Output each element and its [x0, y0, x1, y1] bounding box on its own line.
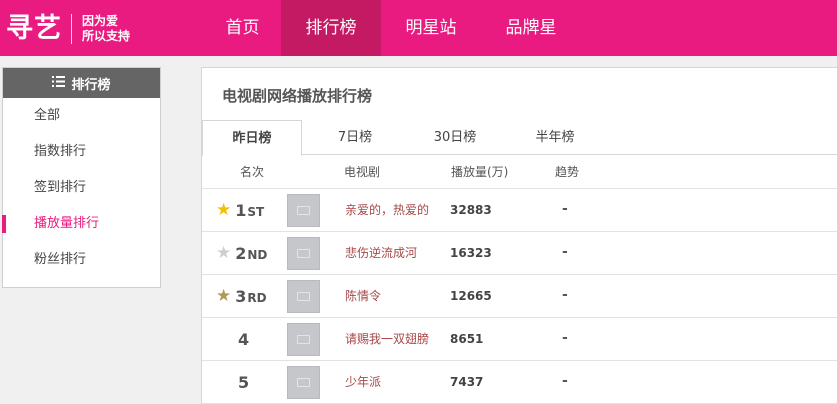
- table-row: 5 少年派 7437 -: [202, 361, 837, 404]
- poster-thumbnail[interactable]: [287, 194, 320, 227]
- table-row: 4 请赐我一双翅膀 8651 -: [202, 318, 837, 361]
- rank-suffix: ST: [247, 204, 265, 219]
- list-icon: [52, 75, 66, 91]
- period-tabs: 昨日榜 7日榜 30日榜 半年榜: [202, 120, 837, 156]
- rank-suffix: ND: [247, 247, 268, 262]
- trend-value: -: [562, 244, 568, 260]
- rank-cell: 4: [238, 318, 249, 361]
- trend-value: -: [562, 287, 568, 303]
- sidebar-item-all[interactable]: 全部: [3, 98, 160, 134]
- drama-title-link[interactable]: 请赐我一双翅膀: [345, 318, 429, 361]
- drama-title-link[interactable]: 少年派: [345, 361, 381, 404]
- poster-thumbnail[interactable]: [287, 366, 320, 399]
- nav-star-station[interactable]: 明星站: [381, 0, 481, 56]
- panel-title: 电视剧网络播放排行榜: [222, 87, 373, 105]
- trend-value: -: [562, 330, 568, 346]
- tab-yesterday[interactable]: 昨日榜: [202, 120, 302, 156]
- drama-title-link[interactable]: 亲爱的，热爱的: [345, 189, 429, 232]
- top-nav-bar: 寻艺 因为爱 所以支持 首页 排行榜 明星站 品牌星: [0, 0, 837, 56]
- logo-divider: [71, 14, 72, 44]
- drama-title-link[interactable]: 陈情令: [345, 275, 381, 318]
- sidebar-item-fans-ranking[interactable]: 粉丝排行: [3, 242, 160, 278]
- tv-placeholder-icon: [297, 249, 310, 258]
- sidebar-item-label: 播放量排行: [34, 216, 100, 231]
- tv-placeholder-icon: [297, 292, 310, 301]
- rank-number: 1: [235, 201, 247, 220]
- tab-7-days[interactable]: 7日榜: [322, 120, 388, 155]
- rank-cell: ★ 1 ST: [216, 189, 264, 232]
- trend-value: -: [562, 373, 568, 389]
- trend-value: -: [562, 201, 568, 217]
- drama-title-link[interactable]: 悲伤逆流成河: [345, 232, 417, 275]
- sidebar-item-index-ranking[interactable]: 指数排行: [3, 134, 160, 170]
- column-header-drama: 电视剧: [344, 165, 381, 179]
- main-nav: 首页 排行榜 明星站 品牌星: [204, 0, 581, 56]
- bronze-star-icon: ★: [216, 286, 232, 306]
- tv-placeholder-icon: [297, 206, 310, 215]
- poster-thumbnail[interactable]: [287, 280, 320, 313]
- plays-value: 7437: [450, 375, 484, 389]
- poster-thumbnail[interactable]: [287, 323, 320, 356]
- slogan-line-2: 所以支持: [82, 29, 131, 43]
- nav-brand-star[interactable]: 品牌星: [481, 0, 581, 56]
- column-header-plays: 播放量(万): [451, 165, 509, 179]
- site-logo[interactable]: 寻艺 因为爱 所以支持: [6, 11, 130, 47]
- logo-text: 寻艺: [6, 13, 62, 44]
- sidebar: 排行榜 全部 指数排行 签到排行 播放量排行 粉丝排行: [2, 67, 161, 288]
- column-header-trend: 趋势: [555, 165, 580, 179]
- rank-number: 4: [238, 330, 250, 349]
- tv-placeholder-icon: [297, 335, 310, 344]
- logo-slogan: 因为爱 所以支持: [82, 14, 130, 44]
- tab-half-year[interactable]: 半年榜: [520, 120, 590, 155]
- table-row: ★ 3 RD 陈情令 12665 -: [202, 275, 837, 318]
- sidebar-header: 排行榜: [3, 68, 160, 98]
- ranking-panel: 电视剧网络播放排行榜 昨日榜 7日榜 30日榜 半年榜 名次 电视剧 播放量(万…: [201, 67, 837, 404]
- rank-cell: 5: [238, 361, 249, 404]
- nav-rankings[interactable]: 排行榜: [281, 0, 381, 56]
- rank-number: 2: [235, 244, 247, 263]
- plays-value: 16323: [450, 246, 492, 260]
- poster-thumbnail[interactable]: [287, 237, 320, 270]
- rank-number: 5: [238, 373, 250, 392]
- plays-value: 12665: [450, 289, 492, 303]
- plays-value: 8651: [450, 332, 484, 346]
- rank-number: 3: [235, 287, 247, 306]
- nav-home[interactable]: 首页: [204, 0, 281, 56]
- rank-suffix: RD: [247, 290, 267, 305]
- gold-star-icon: ★: [216, 200, 232, 220]
- tab-30-days[interactable]: 30日榜: [420, 120, 490, 155]
- active-indicator: [2, 215, 6, 233]
- tv-placeholder-icon: [297, 378, 310, 387]
- slogan-line-1: 因为爱: [82, 14, 119, 28]
- sidebar-item-plays-ranking[interactable]: 播放量排行: [2, 206, 160, 242]
- table-row: ★ 1 ST 亲爱的，热爱的 32883 -: [202, 189, 837, 232]
- plays-value: 32883: [450, 203, 492, 217]
- sidebar-title: 排行榜: [71, 77, 111, 93]
- rank-cell: ★ 2 ND: [216, 232, 267, 275]
- sidebar-item-checkin-ranking[interactable]: 签到排行: [3, 170, 160, 206]
- column-header-rank: 名次: [240, 165, 265, 179]
- silver-star-icon: ★: [216, 243, 232, 263]
- rank-cell: ★ 3 RD: [216, 275, 267, 318]
- table-row: ★ 2 ND 悲伤逆流成河 16323 -: [202, 232, 837, 275]
